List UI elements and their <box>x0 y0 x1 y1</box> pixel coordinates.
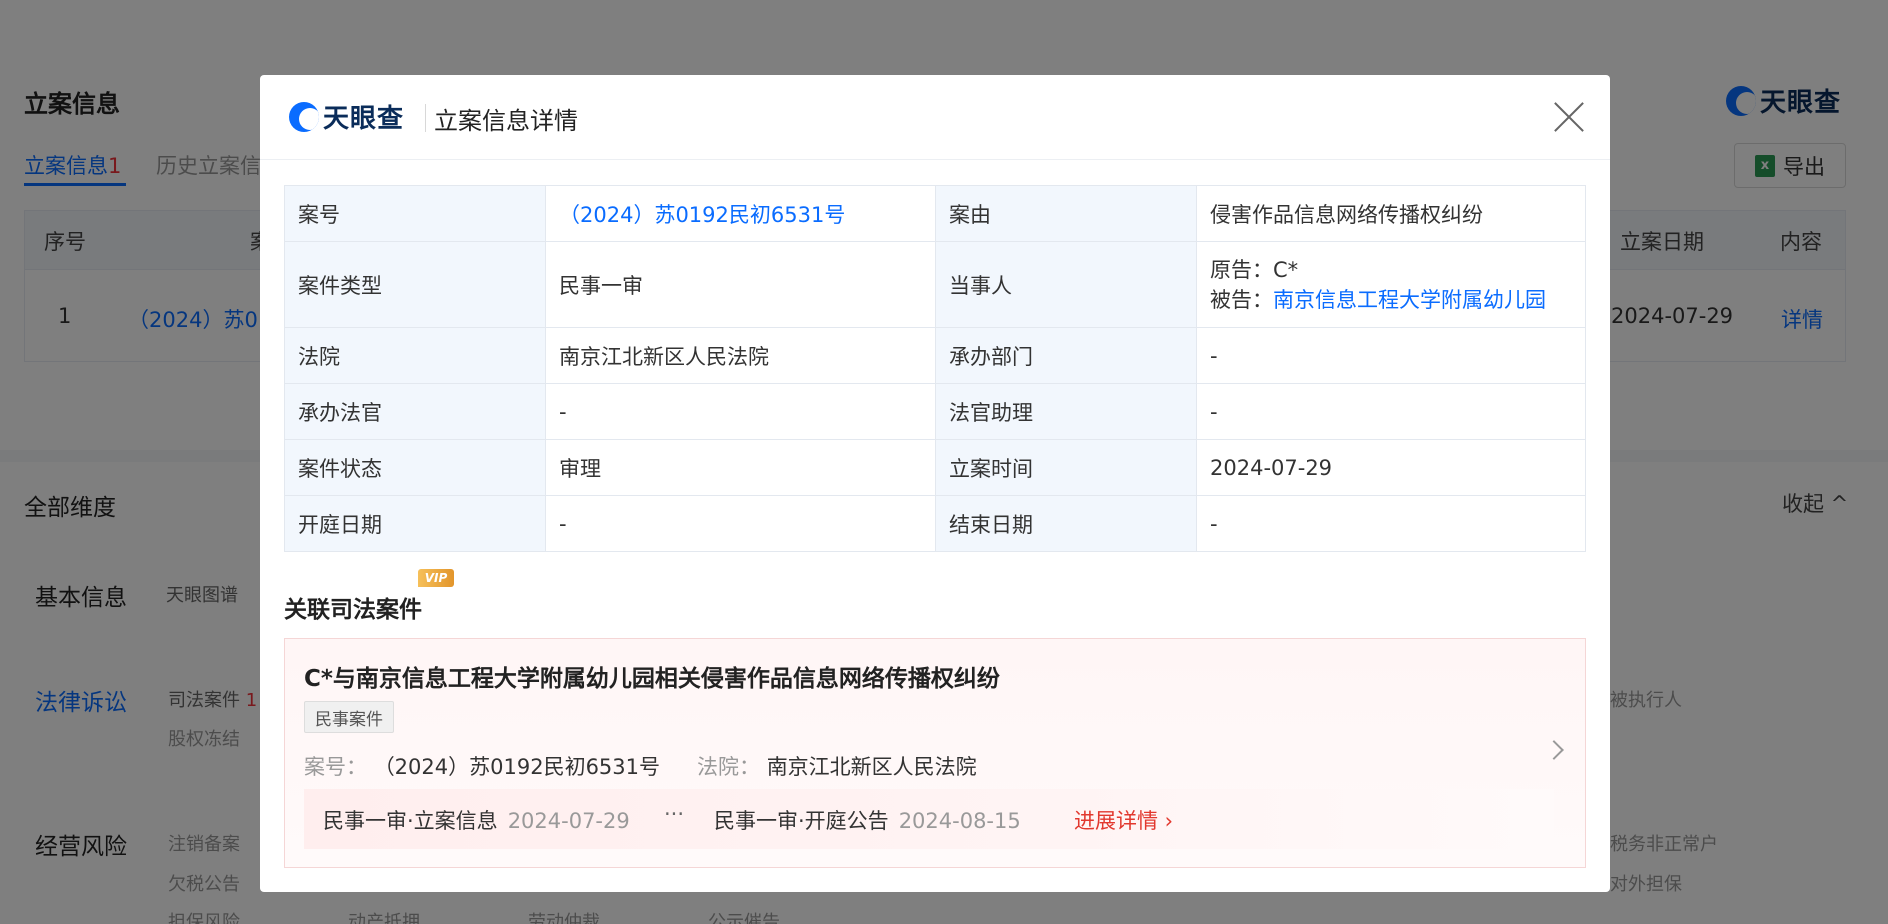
value-parties: 原告：C* 被告：南京信息工程大学附属幼儿园 <box>1196 241 1586 328</box>
value-case-type: 民事一审 <box>545 241 936 328</box>
label-parties: 当事人 <box>935 241 1197 328</box>
value-case-no[interactable]: （2024）苏0192民初6531号 <box>545 185 936 242</box>
table-row: 开庭日期 - 结束日期 - <box>284 495 1586 552</box>
case-type-tag: 民事案件 <box>304 701 394 733</box>
label-judge: 承办法官 <box>284 383 546 440</box>
modal-header: 天眼查 立案信息详情 <box>260 75 1610 160</box>
progress-detail-link[interactable]: 进展详情 › <box>1074 805 1173 835</box>
label-case-type: 案件类型 <box>284 241 546 328</box>
value-hearing-date: - <box>545 495 936 552</box>
label-filing-time: 立案时间 <box>935 439 1197 496</box>
case-progress-bar: 民事一审·立案信息 2024-07-29 ··· 民事一审·开庭公告 2024-08… <box>304 789 1554 849</box>
modal-brand-logo: 天眼查 <box>289 98 404 135</box>
defendant-link[interactable]: 南京信息工程大学附属幼儿园 <box>1273 288 1546 312</box>
case-title[interactable]: C*与南京信息工程大学附属幼儿园相关侵害作品信息网络传播权纠纷 <box>304 659 1000 693</box>
value-end-date: - <box>1196 495 1586 552</box>
related-case-card[interactable]: C*与南京信息工程大学附属幼儿园相关侵害作品信息网络传播权纠纷 民事案件 案号：… <box>284 638 1586 868</box>
label-case-no: 案号 <box>284 185 546 242</box>
label-cause: 案由 <box>935 185 1197 242</box>
plaintiff-line: 原告：C* <box>1210 257 1299 282</box>
tianyancha-logo-icon <box>289 101 319 132</box>
progress-step-filing: 民事一审·立案信息 2024-07-29 <box>323 809 630 833</box>
value-filing-time: 2024-07-29 <box>1196 439 1586 496</box>
value-judge-assistant: - <box>1196 383 1586 440</box>
vip-badge: VIP <box>418 569 454 587</box>
value-cause: 侵害作品信息网络传播权纠纷 <box>1196 185 1586 242</box>
defendant-line: 被告：南京信息工程大学附属幼儿园 <box>1210 287 1546 312</box>
table-row: 案号 （2024）苏0192民初6531号 案由 侵害作品信息网络传播权纠纷 <box>284 185 1586 242</box>
modal-title: 立案信息详情 <box>434 107 578 135</box>
label-department: 承办部门 <box>935 327 1197 384</box>
related-cases-title: 关联司法案件 <box>284 597 422 623</box>
label-end-date: 结束日期 <box>935 495 1197 552</box>
table-row: 承办法官 - 法官助理 - <box>284 383 1586 440</box>
header-divider <box>425 104 426 132</box>
label-court: 法院 <box>284 327 546 384</box>
table-row: 案件状态 审理 立案时间 2024-07-29 <box>284 439 1586 496</box>
court-meta: 法院： 南京江北新区人民法院 <box>697 755 977 779</box>
label-judge-assistant: 法官助理 <box>935 383 1197 440</box>
value-judge: - <box>545 383 936 440</box>
case-detail-modal: 天眼查 立案信息详情 案号 （2024）苏0192民初6531号 案由 侵害作品… <box>260 75 1610 892</box>
label-hearing-date: 开庭日期 <box>284 495 546 552</box>
table-row: 案件类型 民事一审 当事人 原告：C* 被告：南京信息工程大学附属幼儿园 <box>284 241 1586 328</box>
case-no-meta: 案号： （2024）苏0192民初6531号 <box>304 755 661 779</box>
value-case-status: 审理 <box>545 439 936 496</box>
value-department: - <box>1196 327 1586 384</box>
close-icon[interactable] <box>1552 100 1586 134</box>
value-court: 南京江北新区人民法院 <box>545 327 936 384</box>
chevron-right-icon[interactable] <box>1544 740 1564 760</box>
case-info-table: 案号 （2024）苏0192民初6531号 案由 侵害作品信息网络传播权纠纷 案… <box>284 185 1586 552</box>
table-row: 法院 南京江北新区人民法院 承办部门 - <box>284 327 1586 384</box>
progress-ellipsis: ··· <box>664 802 685 826</box>
progress-step-hearing: 民事一审·开庭公告 2024-08-15 <box>714 809 1021 833</box>
label-case-status: 案件状态 <box>284 439 546 496</box>
